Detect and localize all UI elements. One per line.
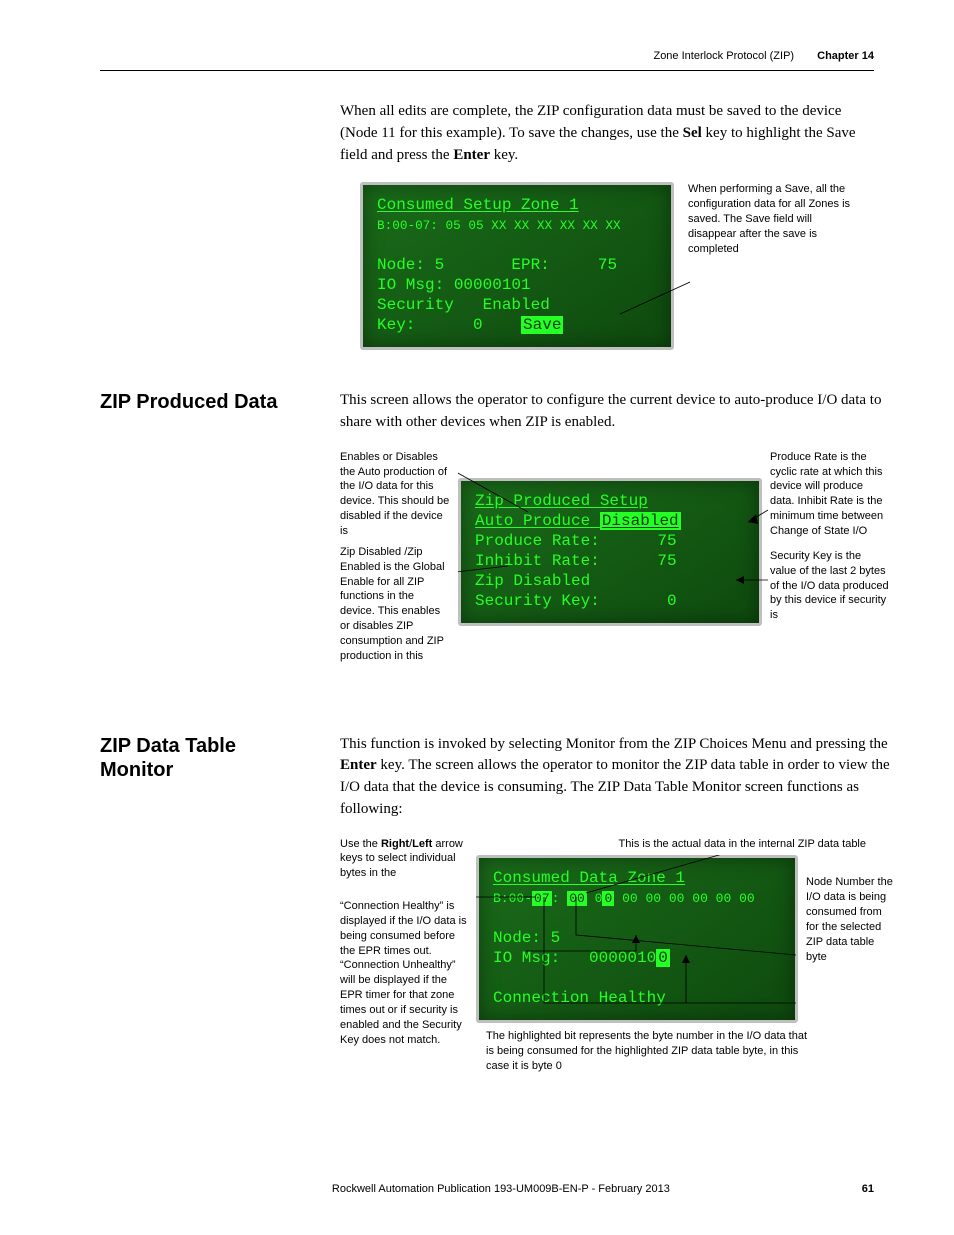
lcd-screen-3: Consumed Data Zone 1 B:00-07: 00 00 00 0… xyxy=(476,855,798,1023)
fig3-callout-topright: This is the actual data in the internal … xyxy=(476,837,896,852)
enter-key-2: Enter xyxy=(340,757,377,773)
figure-1: Consumed Setup Zone 1 B:00-07: 05 05 XX … xyxy=(360,182,874,350)
heading-produced: ZIP Produced Data xyxy=(100,390,310,414)
produced-paragraph: This screen allows the operator to confi… xyxy=(340,390,890,434)
page-footer: Rockwell Automation Publication 193-UM00… xyxy=(100,1183,874,1195)
figure-1-lcd-wrap: Consumed Setup Zone 1 B:00-07: 05 05 XX … xyxy=(360,182,674,350)
fig3-callout-below: The highlighted bit represents the byte … xyxy=(486,1029,816,1074)
enter-key: Enter xyxy=(453,147,490,163)
fig3-callout-left1: Use the Right/Left arrow keys to select … xyxy=(340,837,468,882)
fig2-callout-left2: Zip Disabled /Zip Enabled is the Global … xyxy=(340,545,450,664)
fig3-callout-left2: “Connection Healthy” is displayed if the… xyxy=(340,899,468,1047)
sel-key: Sel xyxy=(683,125,702,141)
figure-3: Use the Right/Left arrow keys to select … xyxy=(340,837,896,1074)
figure-1-callout: When performing a Save, all the configur… xyxy=(688,182,858,256)
fig2-callout-right2: Security Key is the value of the last 2 … xyxy=(770,549,890,623)
header-title: Zone Interlock Protocol (ZIP) xyxy=(653,50,794,62)
monitor-paragraph: This function is invoked by selecting Mo… xyxy=(340,734,896,821)
fig2-callout-left1: Enables or Disables the Auto production … xyxy=(340,450,450,539)
heading-monitor: ZIP Data Table Monitor xyxy=(100,734,310,782)
intro-paragraph: When all edits are complete, the ZIP con… xyxy=(340,101,874,166)
intro-block: When all edits are complete, the ZIP con… xyxy=(340,101,874,350)
fig2-callout-right1: Produce Rate is the cyclic rate at which… xyxy=(770,450,890,539)
lcd-screen-1: Consumed Setup Zone 1 B:00-07: 05 05 XX … xyxy=(360,182,674,350)
save-field: Save xyxy=(521,316,563,334)
running-header: Zone Interlock Protocol (ZIP) Chapter 14 xyxy=(100,50,874,62)
figure-2: Enables or Disables the Auto production … xyxy=(340,450,890,664)
page-container: Zone Interlock Protocol (ZIP) Chapter 14… xyxy=(0,0,954,1235)
header-chapter: Chapter 14 xyxy=(817,50,874,62)
lcd-screen-2: Zip Produced Setup Auto Produce Disabled… xyxy=(458,478,762,626)
section-monitor: ZIP Data Table Monitor This function is … xyxy=(100,734,874,1084)
section-produced: ZIP Produced Data This screen allows the… xyxy=(100,390,874,703)
footer-publication: Rockwell Automation Publication 193-UM00… xyxy=(140,1183,862,1195)
fig3-callout-farright: Node Number the I/O data is being consum… xyxy=(806,875,896,964)
header-rule xyxy=(100,70,874,71)
footer-page-number: 61 xyxy=(862,1183,874,1195)
